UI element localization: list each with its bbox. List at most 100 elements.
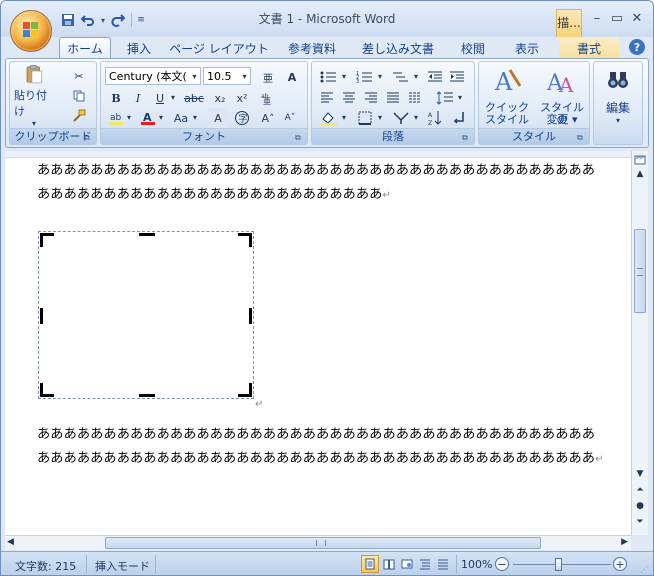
subscript-icon[interactable]: x₂ [209,88,231,108]
insert-mode-status[interactable]: 挿入モード [95,558,150,574]
bullets-icon[interactable] [316,67,342,87]
tab-insert[interactable]: 挿入 [119,37,159,59]
zoom-slider-track[interactable] [513,564,611,565]
paragraph-launcher-icon[interactable]: ⧉ [462,133,471,142]
italic-icon[interactable]: I [127,88,149,108]
document-area[interactable]: ああああああああああああああああああああああああああああああああああああああああ… [5,151,631,535]
office-button[interactable] [10,10,52,52]
vertical-scrollbar[interactable]: ▲ ▼ ⏶ ● ⏷ [631,151,648,535]
scroll-up-icon[interactable]: ▲ [632,167,648,181]
grow-font-size-icon[interactable]: A˄ [257,108,279,128]
font-name-select[interactable]: Century (本文( ▾ [105,67,201,85]
horizontal-scroll-thumb[interactable] [105,537,541,549]
line-spacing-dropdown-icon[interactable]: ▾ [456,88,464,106]
tab-home[interactable]: ホーム [59,37,111,59]
tab-page-layout[interactable]: ページ レイアウト [169,37,269,59]
underline-icon[interactable]: U [149,88,171,108]
bold-icon[interactable]: B [105,88,127,108]
borders-dropdown-icon[interactable]: ▾ [376,108,384,126]
asian-layout-dropdown-icon[interactable]: ▾ [412,108,420,126]
resize-handle-right[interactable] [249,308,252,324]
full-screen-reading-icon[interactable] [380,555,398,573]
previous-page-icon[interactable]: ⏶ [632,483,648,497]
cut-icon[interactable]: ✂ [68,66,90,86]
format-painter-icon[interactable] [68,106,90,126]
browse-object-icon[interactable]: ● [632,499,648,513]
numbering-icon[interactable]: 123 [352,67,378,87]
superscript-icon[interactable]: x² [231,88,253,108]
resize-handle-bottom[interactable] [139,394,155,397]
zoom-slider-thumb[interactable] [555,558,562,571]
next-page-icon[interactable]: ⏷ [632,515,648,529]
tab-review[interactable]: 校閲 [451,37,495,59]
zoom-in-icon[interactable]: + [613,557,627,571]
outline-view-icon[interactable] [416,555,434,573]
resize-handle-left[interactable] [40,308,43,324]
text-highlight-icon[interactable]: ab [105,108,127,128]
sort-icon[interactable]: AZ [424,108,446,128]
styles-launcher-icon[interactable]: ⧉ [577,133,586,142]
web-layout-icon[interactable] [398,555,416,573]
font-launcher-icon[interactable]: ⧉ [295,133,304,142]
change-case-icon[interactable]: Aa [169,108,193,128]
scroll-left-icon[interactable]: ◀ [7,537,14,547]
change-styles-button[interactable]: AA スタイルの 変更 ▾ [535,64,589,128]
ruler-toggle-icon[interactable] [632,153,648,167]
help-icon[interactable]: ? [629,39,645,55]
align-center-icon[interactable] [338,88,360,108]
tab-mailings[interactable]: 差し込み文書 [355,37,441,59]
print-layout-view-icon[interactable] [361,555,379,573]
resize-grip-icon[interactable]: ⋰ [640,565,650,575]
scroll-right-icon[interactable]: ▶ [621,537,628,547]
clipboard-launcher-icon[interactable]: ⧉ [84,133,93,142]
drawing-canvas[interactable] [38,231,254,399]
grow-font-icon[interactable]: 亜 [257,67,279,87]
shading-icon[interactable] [316,108,342,128]
underline-dropdown-icon[interactable]: ▾ [169,88,177,106]
justify-icon[interactable] [382,88,404,108]
numbering-dropdown-icon[interactable]: ▾ [376,67,384,85]
change-case-dropdown-icon[interactable]: ▾ [191,108,199,126]
font-color-icon[interactable]: A [137,108,159,128]
zoom-level[interactable]: 100% [461,558,492,571]
word-count-status[interactable]: 文字数: 215 [15,558,76,574]
clear-formatting-icon[interactable]: A [281,67,303,87]
strikethrough-icon[interactable]: abc [181,88,207,108]
enclose-characters-icon[interactable]: 字 [231,108,253,128]
font-size-select[interactable]: 10.5 ▾ [203,67,251,85]
tab-references[interactable]: 参考資料 [277,37,347,59]
shrink-font-size-icon[interactable]: A˅ [279,108,301,128]
zoom-out-icon[interactable]: − [495,557,509,571]
align-left-icon[interactable] [316,88,338,108]
tab-view[interactable]: 表示 [505,37,549,59]
bullets-dropdown-icon[interactable]: ▾ [340,67,348,85]
tab-format[interactable]: 書式 [559,37,619,59]
align-right-icon[interactable] [360,88,382,108]
font-color-dropdown-icon[interactable]: ▾ [157,108,165,126]
increase-indent-icon[interactable] [446,67,468,87]
draft-view-icon[interactable] [434,555,452,573]
quick-styles-button[interactable]: A クイック スタイル ▾ [483,64,531,138]
distributed-icon[interactable] [404,88,426,108]
shading-dropdown-icon[interactable]: ▾ [340,108,348,126]
scroll-down-icon[interactable]: ▼ [632,467,648,481]
character-shading-icon[interactable]: A [207,108,229,128]
multilevel-list-icon[interactable] [388,67,414,87]
maximize-icon[interactable]: ▭ [608,9,626,27]
show-hide-marks-icon[interactable] [448,108,470,128]
copy-icon[interactable] [68,86,90,106]
vertical-scroll-thumb[interactable] [634,229,646,313]
borders-icon[interactable] [352,108,378,128]
asian-layout-icon[interactable] [388,108,414,128]
minimize-icon[interactable]: – [588,9,606,27]
editing-button[interactable]: 編集 ▾ [596,64,640,128]
close-icon[interactable]: ✕ [628,9,646,27]
highlight-dropdown-icon[interactable]: ▾ [125,108,133,126]
phonetic-guide-icon[interactable]: ab 亜 [257,88,279,108]
decrease-indent-icon[interactable] [424,67,446,87]
paste-button[interactable]: 貼り付け ▾ [14,64,54,128]
horizontal-scrollbar[interactable]: ◀ ▶ [5,535,631,550]
multilevel-dropdown-icon[interactable]: ▾ [412,67,420,85]
resize-handle-top[interactable] [139,233,155,236]
line-spacing-icon[interactable] [432,88,458,108]
